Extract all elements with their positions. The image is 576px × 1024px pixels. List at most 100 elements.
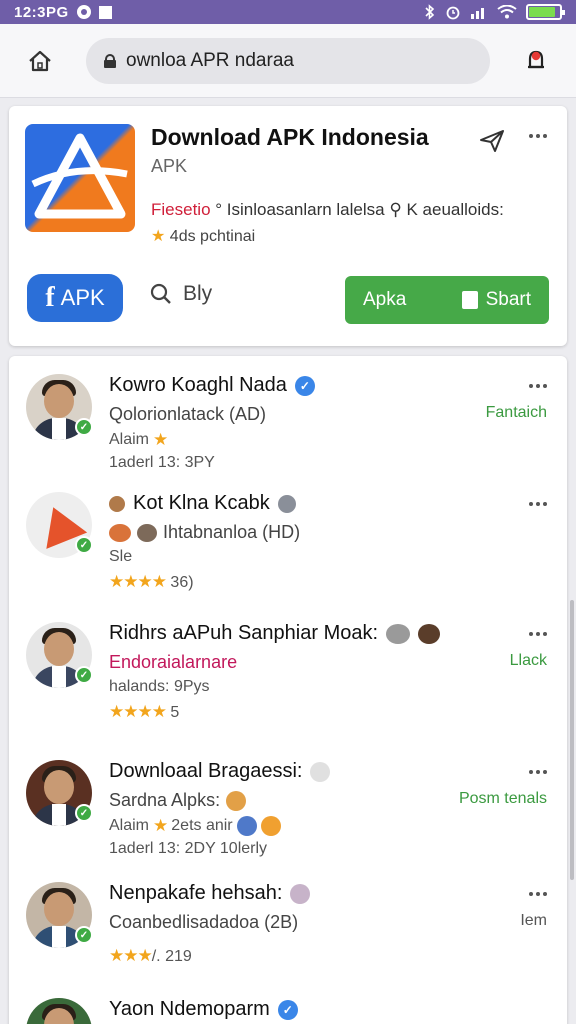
blue-verified-icon: ✓ — [277, 999, 298, 1020]
blue-verified-icon: ✓ — [294, 375, 315, 396]
battery-icon — [526, 4, 565, 20]
emoji-icon — [109, 495, 125, 512]
app-card: Download APK Indonesia APK Fiesetio ° Is… — [9, 106, 567, 346]
signal-icon — [471, 8, 484, 19]
status-bar: 12:3PG — [0, 0, 576, 24]
square-icon — [98, 5, 112, 19]
item-more-button[interactable] — [523, 494, 553, 514]
avatar — [26, 998, 92, 1024]
item-subtitle: Qolorionlatack (AD) — [109, 404, 267, 424]
rating-stars: ★★★★ — [109, 572, 167, 591]
item-name-row: Nenpakafe hehsah: — [109, 882, 311, 905]
url-bar[interactable]: ownloa APR ndaraa — [86, 37, 490, 84]
item-meta-text: Alaim — [109, 817, 150, 834]
buy-button[interactable]: Bly — [149, 282, 212, 306]
wifi-icon — [497, 5, 517, 19]
get-button-label: Apka — [363, 289, 407, 310]
item-meta-extra: 2ets anir — [171, 817, 233, 834]
item-name-row: Downloaal Bragaessi: — [109, 760, 331, 783]
rating-stars: ★★★ — [109, 946, 153, 965]
dot-icon — [529, 134, 533, 138]
lock-icon — [104, 53, 116, 68]
item-more-button[interactable] — [523, 376, 553, 396]
verified-badge-icon: ✓ — [75, 926, 93, 944]
facebook-icon: f — [45, 282, 55, 313]
item-more-button[interactable] — [523, 624, 553, 644]
facebook-apk-button[interactable]: f APK — [27, 274, 123, 322]
share-button[interactable] — [477, 126, 507, 156]
download-icon — [461, 291, 478, 309]
fb-button-label: APK — [60, 285, 105, 310]
item-action-link[interactable]: Iem — [520, 912, 547, 930]
dot-icon — [536, 134, 540, 138]
apk-logo-mark — [31, 133, 128, 219]
item-name-row: Ridhrs aAPuh Sanphiar Moak: — [109, 622, 441, 645]
emoji-icon — [137, 523, 157, 542]
verified-badge-icon: ✓ — [75, 536, 93, 554]
star-icon: ★ — [153, 430, 168, 449]
emoji-icon — [236, 816, 257, 836]
item-action-link[interactable]: Posm tenals — [459, 790, 547, 808]
app-desc-text: ° Isinloasanlarn lalelsa ⚲ K aeualloids: — [215, 200, 504, 219]
item-meta-text: Alaim — [109, 431, 150, 448]
rating-stars: ★★★★ — [109, 702, 167, 721]
item-meta: Sle — [109, 548, 133, 565]
item-rating-count: 5 — [165, 704, 180, 721]
verified-badge-icon: ✓ — [75, 804, 93, 822]
verified-badge-icon: ✓ — [75, 418, 93, 436]
emoji-icon — [386, 623, 411, 644]
item-more-button[interactable] — [523, 884, 553, 904]
item-subtitle-row: Ihtabnanloa (HD) — [109, 522, 300, 543]
item-action-link[interactable]: Llack — [510, 652, 547, 670]
download-start-button[interactable]: Apka Sbart — [345, 276, 549, 324]
app-logo — [25, 124, 135, 232]
alarm-icon — [446, 6, 460, 20]
item-action-link[interactable]: Fantaich — [486, 404, 547, 422]
status-time: 12:3PG — [14, 3, 69, 21]
item-more-button[interactable] — [523, 762, 553, 782]
item-name: Ridhrs aAPuh Sanphiar Moak: — [109, 622, 379, 644]
verified-badge-icon: ✓ — [75, 666, 93, 684]
item-meta: Alaim ★ — [109, 430, 168, 450]
item-date: 1aderl 13: 3PY — [109, 454, 215, 471]
scrollbar[interactable] — [570, 600, 574, 880]
circle-icon — [76, 5, 91, 19]
item-subtitle-row: Sardna Alpks: — [109, 790, 247, 811]
send-icon — [480, 130, 504, 152]
item-subtitle: Coanbedlisadadoa (2B) — [109, 912, 299, 932]
home-button[interactable] — [20, 41, 60, 81]
item-name: Yaon Ndemoparm — [109, 998, 270, 1020]
item-name-row: Kot Klna Kcabk — [109, 492, 296, 515]
notifications-button[interactable] — [516, 41, 556, 81]
more-options-button[interactable] — [523, 126, 553, 146]
item-meta: Alaim ★ 2ets anir — [109, 816, 281, 836]
emoji-icon — [109, 523, 131, 542]
item-rating: ★★★/. 219 — [109, 946, 192, 966]
app-subtitle: APK — [151, 156, 188, 176]
search-icon — [150, 283, 171, 304]
app-description: Fiesetio ° Isinloasanlarn lalelsa ⚲ K ae… — [151, 200, 504, 220]
star-icon: ★ — [153, 816, 168, 835]
item-rating: ★★★★ 36) — [109, 572, 194, 592]
dot-icon — [543, 134, 547, 138]
emoji-icon — [418, 623, 441, 644]
url-text: ownloa APR ndaraa — [126, 49, 294, 71]
app-desc-highlight: Fiesetio — [151, 200, 211, 219]
results-list: ✓ Kowro Koaghl Nada ✓ Qolorionlatack (AD… — [9, 356, 567, 1024]
item-rating: ★★★★ 5 — [109, 702, 179, 722]
emoji-icon — [260, 816, 281, 836]
home-icon — [29, 50, 51, 71]
start-button-label: Sbart — [485, 289, 531, 310]
bluetooth-icon — [425, 4, 435, 20]
emoji-icon — [310, 761, 331, 782]
star-icon: ★ — [151, 228, 166, 245]
item-name: Kot Klna Kcabk — [133, 492, 270, 514]
item-date: 1aderl 13: 2DY 10lerly — [109, 840, 268, 857]
item-subtitle: Endoraialarnare — [109, 652, 238, 672]
item-name: Nenpakafe hehsah: — [109, 882, 283, 904]
emoji-icon — [226, 790, 247, 811]
item-name: Kowro Koaghl Nada — [109, 374, 287, 396]
item-rating-count: 36) — [165, 574, 194, 591]
buy-button-label: Bly — [183, 282, 213, 305]
emoji-icon — [290, 883, 311, 904]
